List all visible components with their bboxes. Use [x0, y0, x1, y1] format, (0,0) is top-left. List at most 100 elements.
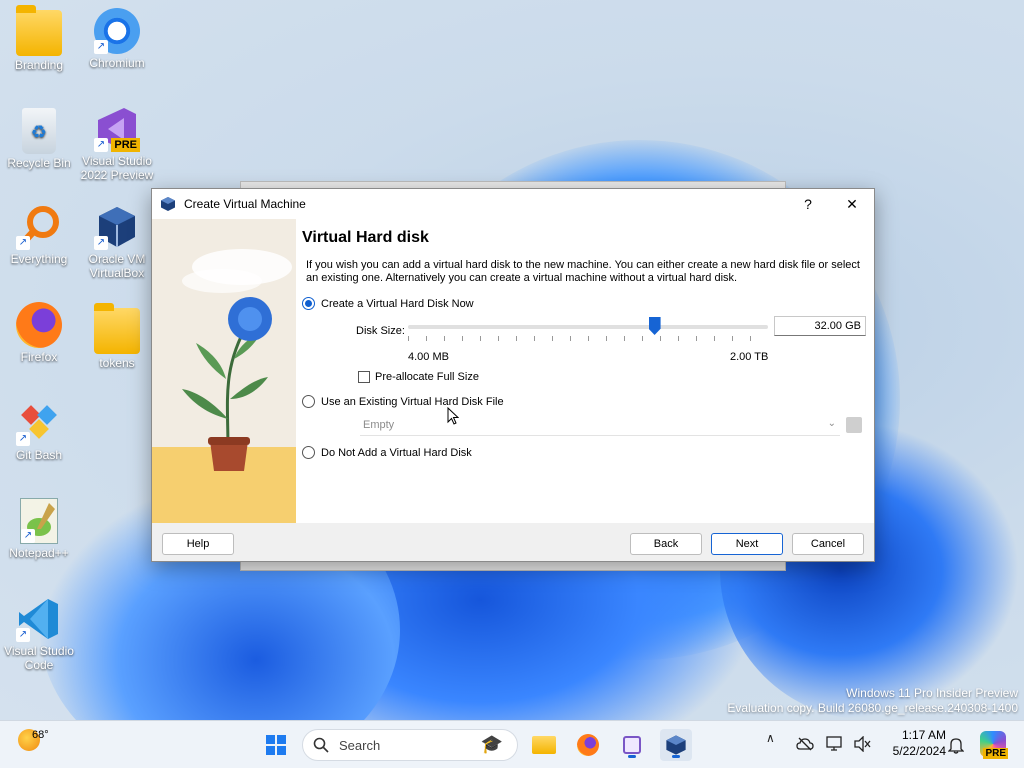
watermark-line: Windows 11 Pro Insider Preview	[846, 686, 1018, 700]
desktop-icon-label: Notepad++	[9, 546, 69, 560]
notification-bell-icon[interactable]	[948, 736, 964, 754]
os-watermark: Windows 11 Pro Insider Preview Evaluatio…	[727, 686, 1018, 716]
desktop-icon-label: tokens	[99, 356, 135, 370]
shortcut-arrow-icon: ↗	[94, 40, 108, 54]
mouse-cursor-icon	[447, 407, 459, 425]
desktop-icon-label: Oracle VM VirtualBox	[88, 252, 146, 280]
radio-button[interactable]	[302, 395, 315, 408]
slider-thumb[interactable]	[648, 317, 661, 335]
vscode-icon: ↗	[16, 596, 62, 642]
search-placeholder: Search	[339, 737, 381, 753]
dialog-content: Virtual Hard disk If you wish you can ad…	[152, 219, 874, 523]
folder-open-icon[interactable]	[846, 417, 862, 433]
disk-size-slider[interactable]	[408, 325, 768, 329]
folder-icon	[94, 303, 140, 354]
clock-time: 1:17 AM	[901, 728, 946, 742]
create-vm-dialog[interactable]: Create Virtual Machine ? ✕ Virtual Hard …	[151, 188, 875, 562]
dialog-titlebar[interactable]: Create Virtual Machine ? ✕	[152, 189, 874, 219]
desktop-icon-label: Firefox	[20, 350, 58, 364]
radio-existing-disk[interactable]: Use an Existing Virtual Hard Disk File	[302, 395, 504, 408]
dialog-title: Create Virtual Machine	[184, 197, 306, 211]
help-button[interactable]: Help	[162, 533, 234, 555]
watermark-line: Evaluation copy. Build 26080.ge_release.…	[727, 701, 1018, 715]
radio-label: Use an Existing Virtual Hard Disk File	[321, 395, 504, 408]
chromium-icon: ↗	[94, 8, 140, 54]
shortcut-arrow-icon: ↗	[16, 432, 30, 446]
weather-widget[interactable]: 68°	[18, 729, 49, 751]
visual-studio-icon: PRE ↗	[94, 106, 140, 152]
volume-muted-icon[interactable]	[854, 736, 872, 752]
taskbar: 68° Search 🎓 ∧ 1:17 AM 5/22/2024 PRE	[0, 720, 1024, 768]
folder-icon	[16, 5, 62, 56]
tray-chevron-icon[interactable]: ∧	[766, 731, 775, 745]
virtualbox-icon	[666, 735, 686, 755]
desktop-icon-vscode[interactable]: ↗ Visual Studio Code	[0, 596, 78, 672]
pre-badge: PRE	[111, 138, 140, 152]
clock-date: 5/22/2024	[892, 744, 946, 758]
desktop-icon-virtualbox[interactable]: ↗ Oracle VM VirtualBox	[78, 204, 156, 280]
network-offline-icon[interactable]	[796, 737, 814, 751]
help-icon[interactable]: ?	[786, 189, 830, 219]
desktop-icon-label: Branding	[14, 58, 64, 72]
shortcut-arrow-icon: ↗	[16, 628, 30, 642]
taskbar-firefox[interactable]	[572, 729, 604, 761]
radio-label: Create a Virtual Hard Disk Now	[321, 297, 474, 310]
running-indicator	[628, 755, 636, 758]
page-description: If you wish you can add a virtual hard d…	[306, 259, 860, 284]
desktop-icon-chromium[interactable]: ↗ Chromium	[78, 8, 156, 70]
app-window-icon	[623, 736, 641, 754]
preallocate-checkbox[interactable]: Pre-allocate Full Size	[358, 371, 479, 383]
radio-no-disk[interactable]: Do Not Add a Virtual Hard Disk	[302, 446, 472, 459]
desktop-icon-notepad-plus-plus[interactable]: ↗ Notepad++	[0, 498, 78, 560]
desktop-icon-label: Everything	[10, 252, 68, 266]
next-button[interactable]: Next	[711, 533, 783, 555]
back-button[interactable]: Back	[630, 533, 702, 555]
virtualbox-icon	[161, 197, 175, 211]
windows-logo-icon	[266, 735, 286, 755]
dialog-footer: Help Back Next Cancel	[152, 523, 874, 561]
desktop-icon-tokens[interactable]: tokens	[78, 303, 156, 370]
cancel-button[interactable]: Cancel	[792, 533, 864, 555]
slider-max-label: 2.00 TB	[730, 351, 769, 363]
firefox-icon	[577, 734, 599, 756]
radio-button-selected[interactable]	[302, 297, 315, 310]
taskbar-app[interactable]	[616, 729, 648, 761]
radio-label: Do Not Add a Virtual Hard Disk	[321, 446, 472, 459]
checkbox[interactable]	[358, 371, 370, 383]
start-button[interactable]	[260, 729, 292, 761]
close-icon[interactable]: ✕	[830, 189, 874, 219]
folder-icon	[532, 736, 556, 754]
desktop-icon-everything[interactable]: ↗ Everything	[0, 204, 78, 266]
taskbar-clock[interactable]: 1:17 AM 5/22/2024	[893, 727, 946, 759]
radio-create-disk[interactable]: Create a Virtual Hard Disk Now	[302, 297, 474, 310]
running-indicator	[672, 755, 680, 758]
desktop-icon-git-bash[interactable]: ↗ Git Bash	[0, 400, 78, 462]
radio-button[interactable]	[302, 446, 315, 459]
desktop-icon-label: Visual Studio 2022 Preview	[80, 154, 154, 182]
chevron-down-icon: ⌄	[827, 418, 836, 429]
desktop-icon-label: Chromium	[89, 56, 145, 70]
taskbar-search[interactable]: Search 🎓	[302, 729, 518, 761]
page-title: Virtual Hard disk	[302, 229, 429, 246]
slider-min-label: 4.00 MB	[408, 351, 449, 363]
desktop-icon-branding[interactable]: Branding	[0, 5, 78, 72]
pre-badge: PRE	[983, 748, 1008, 759]
git-bash-icon: ↗	[16, 400, 62, 446]
virtualbox-icon: ↗	[94, 204, 140, 250]
display-icon[interactable]	[826, 736, 844, 752]
desktop-icon-visual-studio-preview[interactable]: PRE ↗ Visual Studio 2022 Preview	[78, 106, 156, 182]
disk-size-label: Disk Size:	[356, 325, 405, 337]
graduation-cap-icon: 🎓	[480, 734, 503, 754]
shortcut-arrow-icon: ↗	[21, 529, 35, 543]
desktop-icon-label: Visual Studio Code	[4, 644, 74, 672]
desktop-icon-recycle-bin[interactable]: ♻ Recycle Bin	[0, 108, 78, 170]
firefox-icon	[16, 302, 62, 348]
desktop-icon-firefox[interactable]: Firefox	[0, 302, 78, 364]
taskbar-file-explorer[interactable]	[528, 729, 560, 761]
disk-size-input[interactable]: 32.00 GB	[774, 316, 866, 336]
existing-disk-combo[interactable]: Empty ⌄	[360, 416, 840, 436]
search-icon	[313, 737, 329, 753]
taskbar-virtualbox[interactable]	[660, 729, 692, 761]
copilot-icon[interactable]: PRE	[980, 731, 1008, 759]
desktop-icon-label: Git Bash	[15, 448, 63, 462]
